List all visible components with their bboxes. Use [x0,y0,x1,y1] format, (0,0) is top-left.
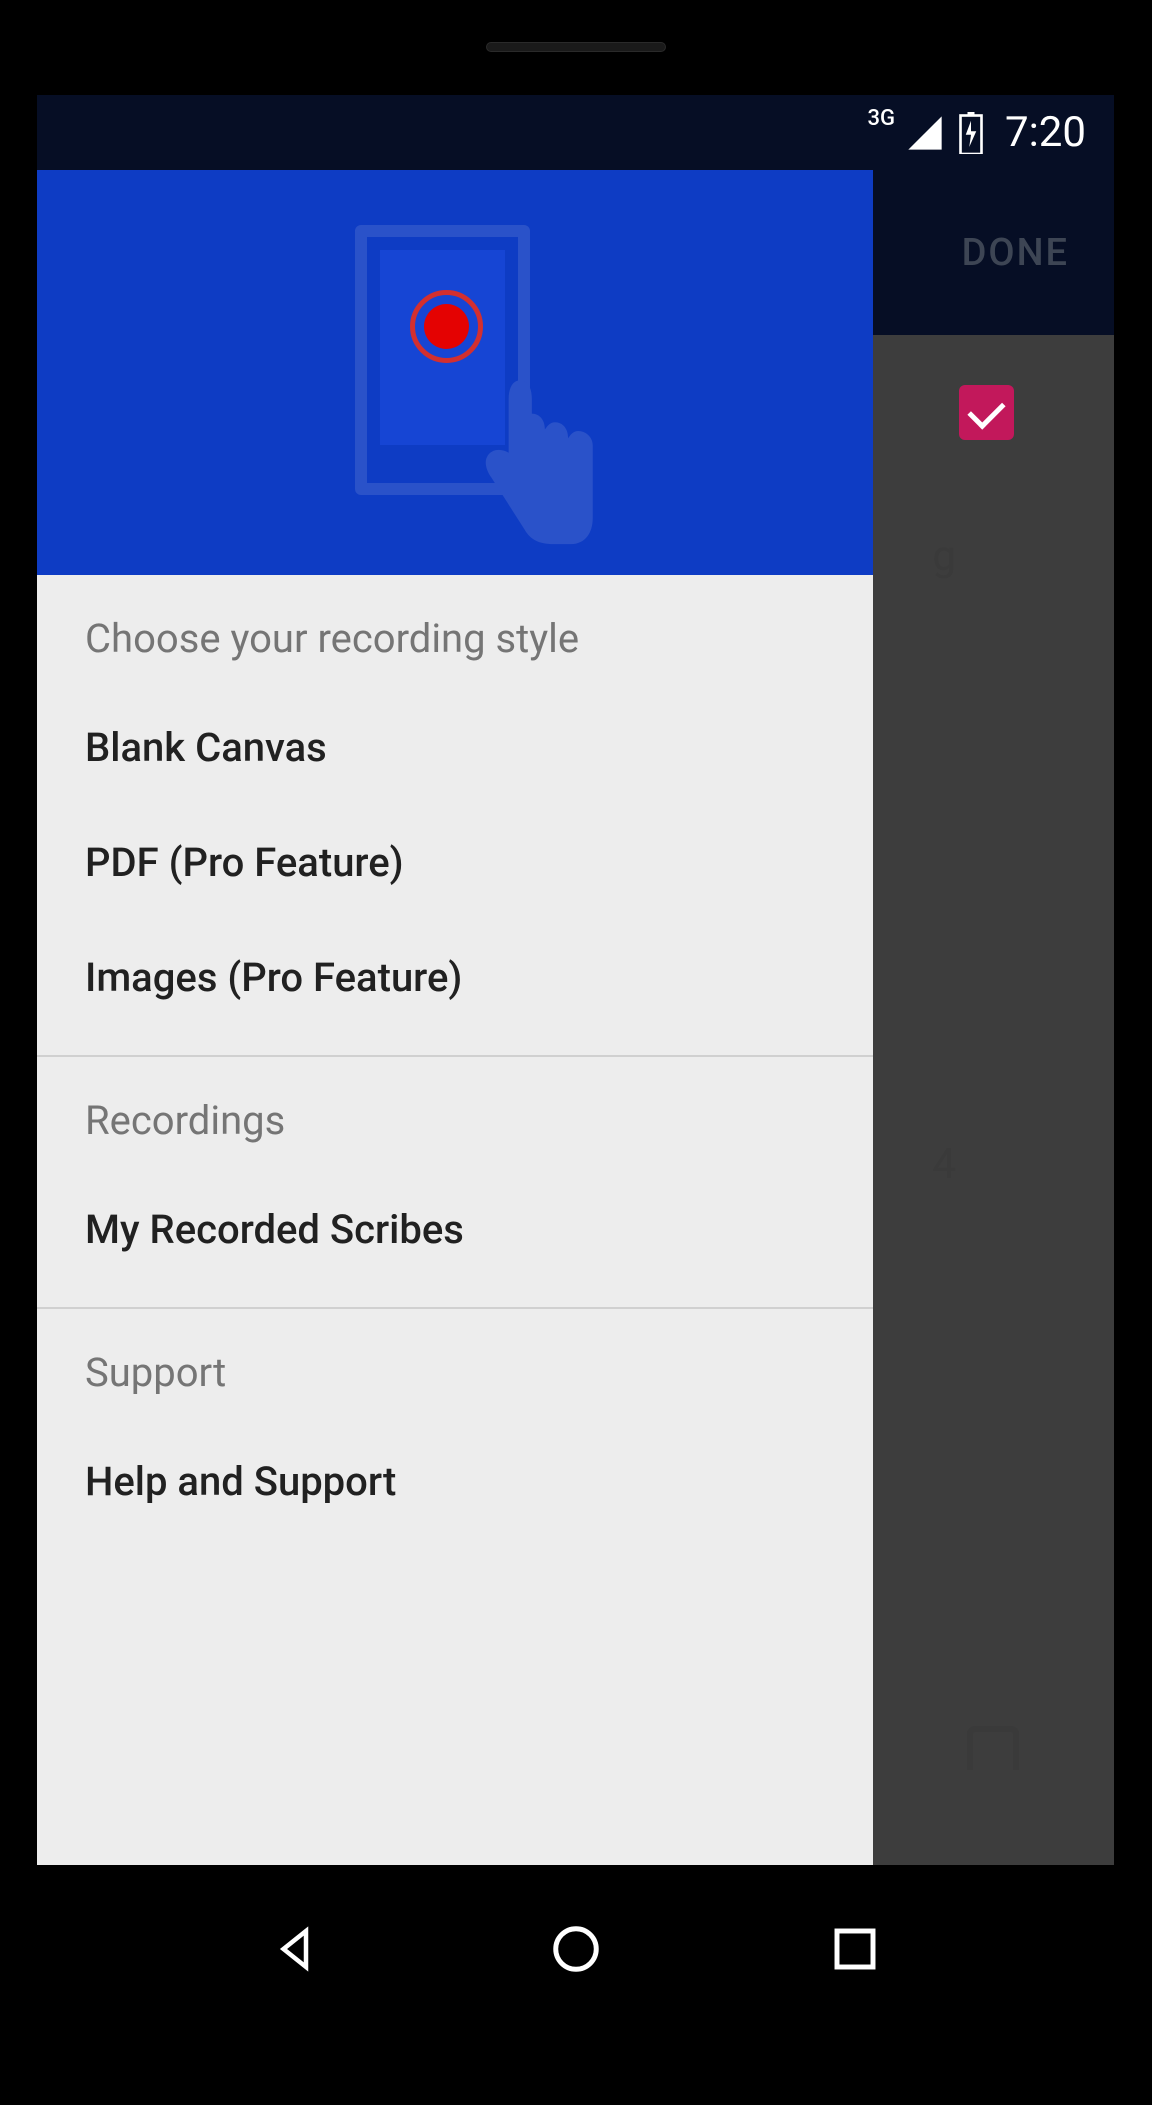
drawer-section-title-recording-style: Choose your recording style [37,575,873,690]
drawer-section-title-recordings: Recordings [37,1057,873,1172]
signal-icon [905,113,945,153]
crop-icon[interactable] [967,1726,1019,1770]
drawer-item-images[interactable]: Images (Pro Feature) [37,920,873,1035]
background-partial-text-2: 4 [932,1140,956,1189]
device-speaker [486,42,666,52]
battery-icon [955,112,987,154]
drawer-item-pdf[interactable]: PDF (Pro Feature) [37,805,873,920]
navigation-drawer: Choose your recording style Blank Canvas… [37,170,873,1865]
android-nav-bar [37,1895,1114,2007]
drawer-item-blank-canvas[interactable]: Blank Canvas [37,690,873,805]
drawer-section-title-support: Support [37,1309,873,1424]
record-dot-icon [410,290,483,363]
device-frame: DONE g 4 3G 7:20 [0,0,1152,2105]
hand-icon [455,370,600,550]
back-button[interactable] [270,1922,324,1980]
background-partial-text-1: g [932,532,956,581]
app-logo-icon [355,225,555,520]
drawer-item-my-recorded-scribes[interactable]: My Recorded Scribes [37,1172,873,1287]
drawer-header [37,170,873,575]
screen: DONE g 4 3G 7:20 [37,95,1114,1865]
network-3g-label: 3G [868,106,896,131]
home-button[interactable] [549,1922,603,1980]
recent-apps-button[interactable] [828,1922,882,1980]
checkbox-checked[interactable] [959,385,1014,440]
status-time: 7:20 [1005,108,1086,157]
status-bar: 3G 7:20 [868,95,1115,170]
drawer-item-help-support[interactable]: Help and Support [37,1424,873,1539]
